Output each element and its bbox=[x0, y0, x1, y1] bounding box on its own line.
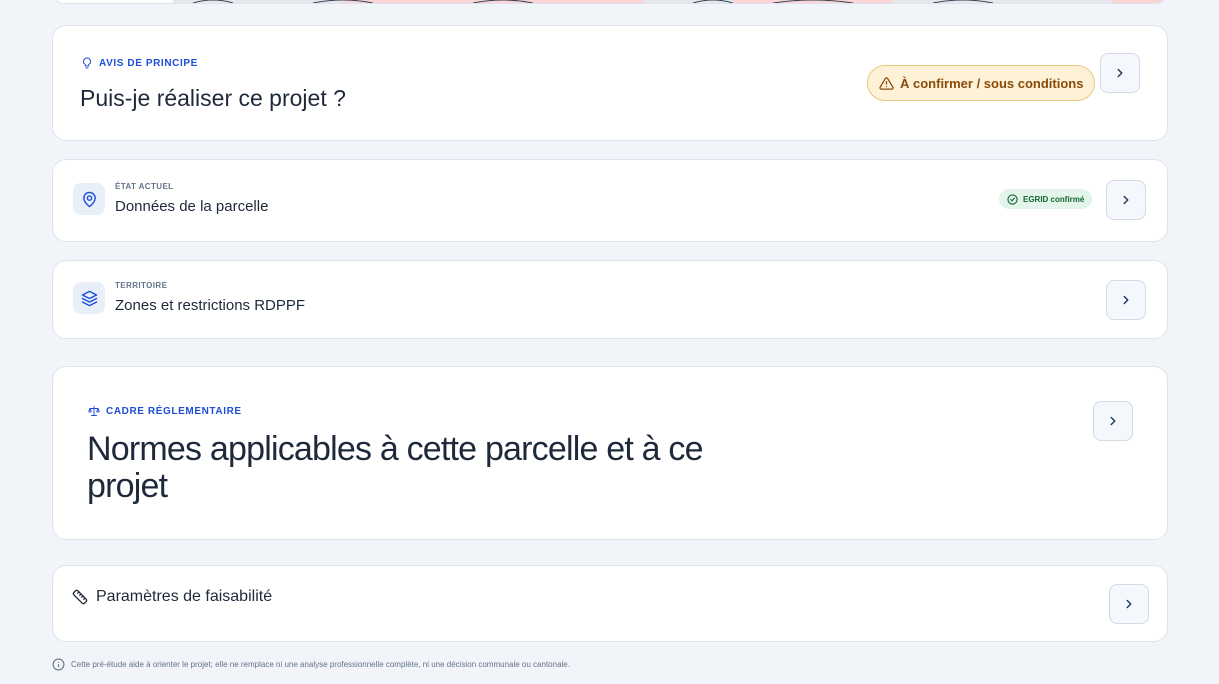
parcelle-eyebrow: ÉTAT ACTUEL bbox=[115, 182, 174, 191]
cadre-eyebrow-label: CADRE RÉGLEMENTAIRE bbox=[106, 405, 242, 417]
status-badge-label: À confirmer / sous conditions bbox=[900, 75, 1084, 91]
territoire-icon-tile bbox=[73, 282, 105, 314]
territoire-expand-button[interactable] bbox=[1106, 280, 1146, 320]
scale-balance-icon bbox=[88, 406, 100, 416]
decorative-illustration-strip bbox=[173, 0, 1167, 3]
territoire-card: TERRITOIRE Zones et restrictions RDPPF bbox=[52, 260, 1168, 339]
faisabilite-expand-button[interactable] bbox=[1109, 584, 1149, 624]
chevron-right-icon bbox=[1123, 295, 1129, 305]
cadre-eyebrow: CADRE RÉGLEMENTAIRE bbox=[88, 405, 242, 417]
egrid-status-label: EGRID confirmé bbox=[1023, 194, 1085, 204]
faisabilite-title: Paramètres de faisabilité bbox=[96, 588, 273, 605]
map-pin-icon bbox=[82, 191, 96, 207]
parcelle-title: Données de la parcelle bbox=[115, 198, 269, 215]
cadre-reglementaire-card: CADRE RÉGLEMENTAIRE Normes applicables à… bbox=[52, 366, 1168, 540]
check-circle-icon bbox=[1007, 193, 1018, 205]
ruler-icon bbox=[72, 589, 88, 605]
disclaimer-text: Cette pré-étude aide à orienter le proje… bbox=[71, 660, 570, 669]
avis-expand-button[interactable] bbox=[1100, 53, 1140, 93]
chevron-right-icon bbox=[1117, 68, 1123, 78]
previous-card-edge bbox=[52, 0, 1168, 4]
avis-eyebrow-label: AVIS DE PRINCIPE bbox=[99, 57, 198, 69]
chevron-right-icon bbox=[1126, 599, 1132, 609]
parcelle-expand-button[interactable] bbox=[1106, 180, 1146, 220]
parcelle-card: ÉTAT ACTUEL Données de la parcelle EGRID… bbox=[52, 159, 1168, 242]
parcelle-icon-tile bbox=[73, 183, 105, 215]
egrid-status-badge: EGRID confirmé bbox=[999, 189, 1093, 209]
page: AVIS DE PRINCIPE Puis-je réaliser ce pro… bbox=[0, 0, 1219, 684]
lightbulb-icon bbox=[83, 57, 91, 69]
info-icon bbox=[52, 658, 65, 671]
chevron-right-icon bbox=[1123, 195, 1129, 205]
faisabilite-card: Paramètres de faisabilité bbox=[52, 565, 1168, 642]
disclaimer-footnote: Cette pré-étude aide à orienter le proje… bbox=[52, 658, 570, 671]
layers-icon bbox=[81, 290, 97, 306]
territoire-title: Zones et restrictions RDPPF bbox=[115, 297, 306, 314]
avis-eyebrow: AVIS DE PRINCIPE bbox=[81, 57, 198, 69]
avis-de-principe-card: AVIS DE PRINCIPE Puis-je réaliser ce pro… bbox=[52, 25, 1168, 141]
avis-title: Puis-je réaliser ce projet ? bbox=[80, 85, 346, 111]
chevron-right-icon bbox=[1110, 416, 1116, 426]
cadre-expand-button[interactable] bbox=[1093, 401, 1133, 441]
status-badge-warning: À confirmer / sous conditions bbox=[867, 65, 1096, 101]
cadre-title: Normes applicables à cette parcelle et à… bbox=[87, 430, 704, 505]
territoire-eyebrow: TERRITOIRE bbox=[115, 281, 168, 290]
warning-triangle-icon bbox=[879, 76, 894, 90]
